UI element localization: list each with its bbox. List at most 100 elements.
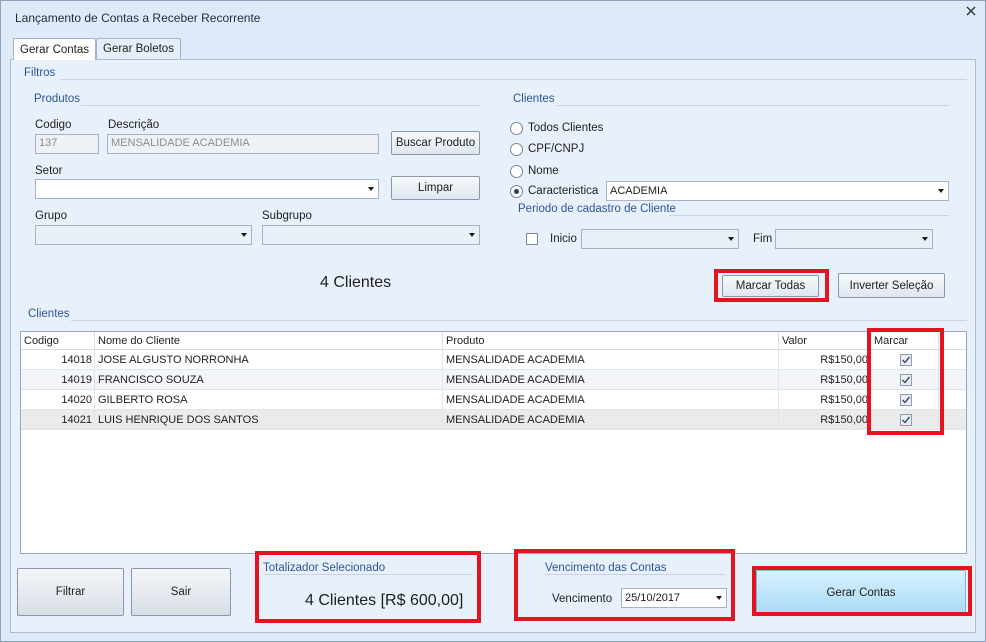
inverter-selecao-button[interactable]: Inverter Seleção [838,273,945,298]
cell-marcar [871,350,939,370]
app-window: Lançamento de Contas a Receber Recorrent… [0,0,986,642]
cell-marcar [871,390,939,410]
check-icon [902,416,910,424]
vencimento-title: Vencimento das Contas [545,562,667,574]
totalizador-value: 4 Clientes [R$ 600,00] [305,592,464,609]
chevron-down-icon [922,237,928,241]
cell-marcar [871,370,939,390]
grid-header: Codigo Nome do Cliente Produto Valor Mar… [21,332,966,350]
col-valor[interactable]: Valor [779,332,871,350]
check-icon [902,356,910,364]
row-marcar-checkbox[interactable] [900,354,912,366]
cell-nome: FRANCISCO SOUZA [95,370,443,390]
sair-button[interactable]: Sair [131,568,231,616]
cell-marcar [871,410,939,430]
filtrar-button[interactable]: Filtrar [17,568,124,616]
cell-codigo: 14020 [21,390,95,410]
vencimento-divider [545,574,725,575]
chevron-down-icon [469,233,475,237]
vencimento-label: Vencimento [552,593,613,605]
clientes-grid-divider [71,320,967,321]
table-row[interactable]: 14020 GILBERTO ROSA MENSALIDADE ACADEMIA… [21,390,966,410]
gerar-contas-button[interactable]: Gerar Contas [756,570,966,615]
subgrupo-label: Subgrupo [262,210,312,222]
cell-codigo: 14021 [21,410,95,430]
cell-valor: R$150,00 [779,390,871,410]
clientes-filter-title: Clientes [513,93,555,105]
col-produto[interactable]: Produto [443,332,779,350]
row-marcar-checkbox[interactable] [900,374,912,386]
cell-produto: MENSALIDADE ACADEMIA [443,410,779,430]
row-marcar-checkbox[interactable] [900,414,912,426]
grupo-select[interactable] [35,225,252,245]
buscar-produto-button[interactable]: Buscar Produto [391,131,480,155]
title-bar: Lançamento de Contas a Receber Recorrent… [1,1,985,33]
chevron-down-icon [716,596,722,600]
vencimento-value: 25/10/2017 [625,592,681,604]
radio-cpf-cnpj[interactable] [510,143,523,156]
setor-label: Setor [35,165,63,177]
produtos-divider [81,105,481,106]
radio-todos-clientes[interactable] [510,122,523,135]
cell-valor: R$150,00 [779,410,871,430]
periodo-checkbox[interactable] [526,233,538,245]
chevron-down-icon [368,187,374,191]
produtos-group-title: Produtos [34,93,81,105]
cell-nome: JOSE ALGUSTO NORRONHA [95,350,443,370]
cell-produto: MENSALIDADE ACADEMIA [443,370,779,390]
table-row[interactable]: 14019 FRANCISCO SOUZA MENSALIDADE ACADEM… [21,370,966,390]
cell-valor: R$150,00 [779,350,871,370]
chevron-down-icon [241,233,247,237]
clientes-filter-divider [557,105,949,106]
col-marcar[interactable]: Marcar [871,332,939,350]
table-row[interactable]: 14021 LUIS HENRIQUE DOS SANTOS MENSALIDA… [21,410,966,430]
close-icon [966,6,976,16]
radio-cpf-cnpj-label: CPF/CNPJ [528,143,585,155]
close-button[interactable] [959,3,983,19]
chevron-down-icon [938,189,944,193]
col-nome-cliente[interactable]: Nome do Cliente [95,332,443,350]
tab-gerar-boletos[interactable]: Gerar Boletos [96,38,181,59]
totalizador-divider [263,574,473,575]
cell-codigo: 14019 [21,370,95,390]
caracteristica-select[interactable]: ACADEMIA [606,181,949,201]
codigo-label: Codigo [35,119,72,131]
chevron-down-icon [728,237,734,241]
window-title: Lançamento de Contas a Receber Recorrent… [15,11,261,25]
filtros-divider [61,79,967,80]
inicio-date-select[interactable] [581,229,739,249]
setor-select[interactable] [35,179,379,199]
cell-valor: R$150,00 [779,370,871,390]
cell-nome: GILBERTO ROSA [95,390,443,410]
fim-date-select[interactable] [775,229,933,249]
filtros-group-title: Filtros [24,67,56,79]
caracteristica-value: ACADEMIA [610,185,668,197]
cell-nome: LUIS HENRIQUE DOS SANTOS [95,410,443,430]
fim-label: Fim [753,233,773,245]
tab-gerar-contas[interactable]: Gerar Contas [13,38,97,60]
radio-nome-label: Nome [528,165,559,177]
clientes-grid-title: Clientes [28,308,70,320]
subgrupo-select[interactable] [262,225,480,245]
periodo-group-title: Periodo de cadastro de Cliente [518,203,676,215]
inicio-label: Inicio [550,233,577,245]
radio-caracteristica[interactable] [510,185,523,198]
clientes-count: 4 Clientes [320,274,392,291]
totalizador-title: Totalizador Selecionado [263,562,386,574]
check-icon [902,376,910,384]
clientes-grid: Codigo Nome do Cliente Produto Valor Mar… [20,331,967,554]
marcar-todas-button[interactable]: Marcar Todas [722,275,819,297]
row-marcar-checkbox[interactable] [900,394,912,406]
cell-codigo: 14018 [21,350,95,370]
periodo-divider [669,215,949,216]
grupo-label: Grupo [35,210,67,222]
radio-nome[interactable] [510,165,523,178]
col-codigo[interactable]: Codigo [21,332,95,350]
table-row[interactable]: 14018 JOSE ALGUSTO NORRONHA MENSALIDADE … [21,350,966,370]
limpar-button[interactable]: Limpar [391,176,480,200]
descricao-label: Descrição [108,119,160,131]
descricao-field[interactable]: MENSALIDADE ACADEMIA [107,134,379,154]
vencimento-date-select[interactable]: 25/10/2017 [621,588,727,608]
codigo-field[interactable]: 137 [35,134,99,154]
cell-produto: MENSALIDADE ACADEMIA [443,390,779,410]
